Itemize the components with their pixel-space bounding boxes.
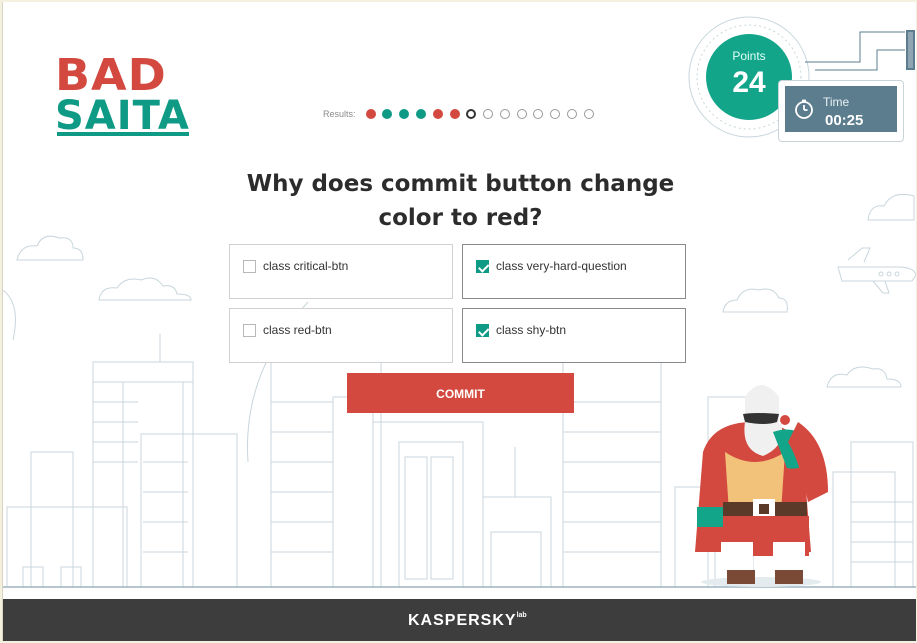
answer-label-3: class red-btn [263,323,332,337]
answer-option-2[interactable]: class very-hard-question [462,244,686,299]
result-dot-4 [415,109,426,119]
side-connector-icon [906,30,915,70]
answer-option-1[interactable]: class critical-btn [229,244,453,299]
game-frame: BAD SAITA Results: Points 24 Time 00:25 … [2,2,916,641]
result-dot-6 [449,109,460,119]
game-window: BAD SAITA Results: Points 24 Time 00:25 … [0,0,917,643]
answer-checkbox-1[interactable] [243,260,256,273]
timer-label: Time [823,95,850,109]
logo-line-bad: BAD [55,49,167,101]
answer-option-4[interactable]: class shy-btn [462,308,686,363]
commit-button[interactable]: COMMIT [347,373,574,413]
results-dots [365,109,601,119]
result-dot-2 [382,109,393,119]
logo-line-saita: SAITA [55,93,190,139]
results-label: Results: [323,109,356,119]
timer-panel: Time 00:25 [778,80,904,142]
result-dot-8 [483,109,494,119]
result-dot-1 [365,109,376,119]
timer-value: 00:25 [825,112,864,129]
answer-label-4: class shy-btn [496,323,567,337]
points-label: Points [732,49,766,63]
kaspersky-lab-suffix: lab [516,612,527,619]
result-dot-12 [550,109,561,119]
results-progress: Results: [323,106,601,122]
question-text: Why does commit button change color to r… [246,171,675,231]
answer-option-3[interactable]: class red-btn [229,308,453,363]
timer-display: Time 00:25 [785,86,897,132]
kaspersky-logo: KASPERSKYlab [408,612,527,630]
result-dot-11 [533,109,544,119]
answer-label-1: class critical-btn [263,259,349,273]
result-dot-3 [399,109,410,119]
result-dot-9 [499,109,510,119]
kaspersky-brand: KASPERSKY [408,612,517,629]
result-dot-10 [516,109,527,119]
footer-bar: KASPERSKYlab [3,599,916,641]
answer-label-2: class very-hard-question [496,259,627,273]
result-dot-14 [583,109,594,119]
result-dot-5 [432,109,443,119]
logo-underline [57,132,189,136]
answer-checkbox-4[interactable] [476,324,489,337]
result-dot-13 [567,109,578,119]
stopwatch-icon [795,99,813,119]
answer-checkbox-3[interactable] [243,324,256,337]
result-dot-7 [466,109,477,119]
answer-checkbox-2[interactable] [476,260,489,273]
bad-saita-logo: BAD SAITA [55,52,195,142]
